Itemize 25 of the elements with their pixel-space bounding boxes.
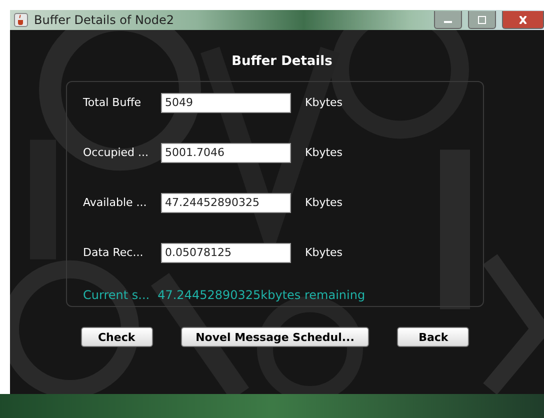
action-button[interactable]: Novel Message Schedul... — [180, 327, 370, 347]
input-field[interactable]: 0.05078125 — [161, 242, 291, 262]
window-title: Buffer Details of Node2 — [34, 13, 174, 27]
panel-heading: Buffer Details — [232, 54, 332, 69]
unit-label: Kbytes — [305, 196, 343, 209]
input-field[interactable]: 47.24452890325 — [161, 192, 291, 212]
unit-label: Kbytes — [305, 96, 343, 109]
action-button[interactable]: Check — [80, 327, 153, 347]
input-field[interactable]: 5001.7046 — [161, 142, 291, 162]
field-label: Total Buffe — [83, 96, 142, 109]
minimize-button[interactable] — [434, 11, 462, 29]
coffee-cup-icon — [14, 13, 28, 27]
maximize-icon — [477, 16, 487, 24]
field-label: Available ... — [83, 196, 148, 209]
unit-label: Kbytes — [305, 146, 343, 159]
field-label: Data Rec... — [83, 246, 144, 259]
status-text: 47.24452890325kbytes remaining — [158, 288, 366, 302]
maximize-button[interactable] — [468, 11, 496, 29]
action-button[interactable]: Back — [397, 327, 470, 347]
field-label: Occupied ... — [83, 146, 150, 159]
close-icon — [518, 16, 528, 24]
input-field[interactable]: 5049 — [161, 92, 291, 112]
unit-label: Kbytes — [305, 246, 343, 259]
close-button[interactable] — [502, 11, 544, 29]
status-label: Current s... — [83, 288, 150, 302]
